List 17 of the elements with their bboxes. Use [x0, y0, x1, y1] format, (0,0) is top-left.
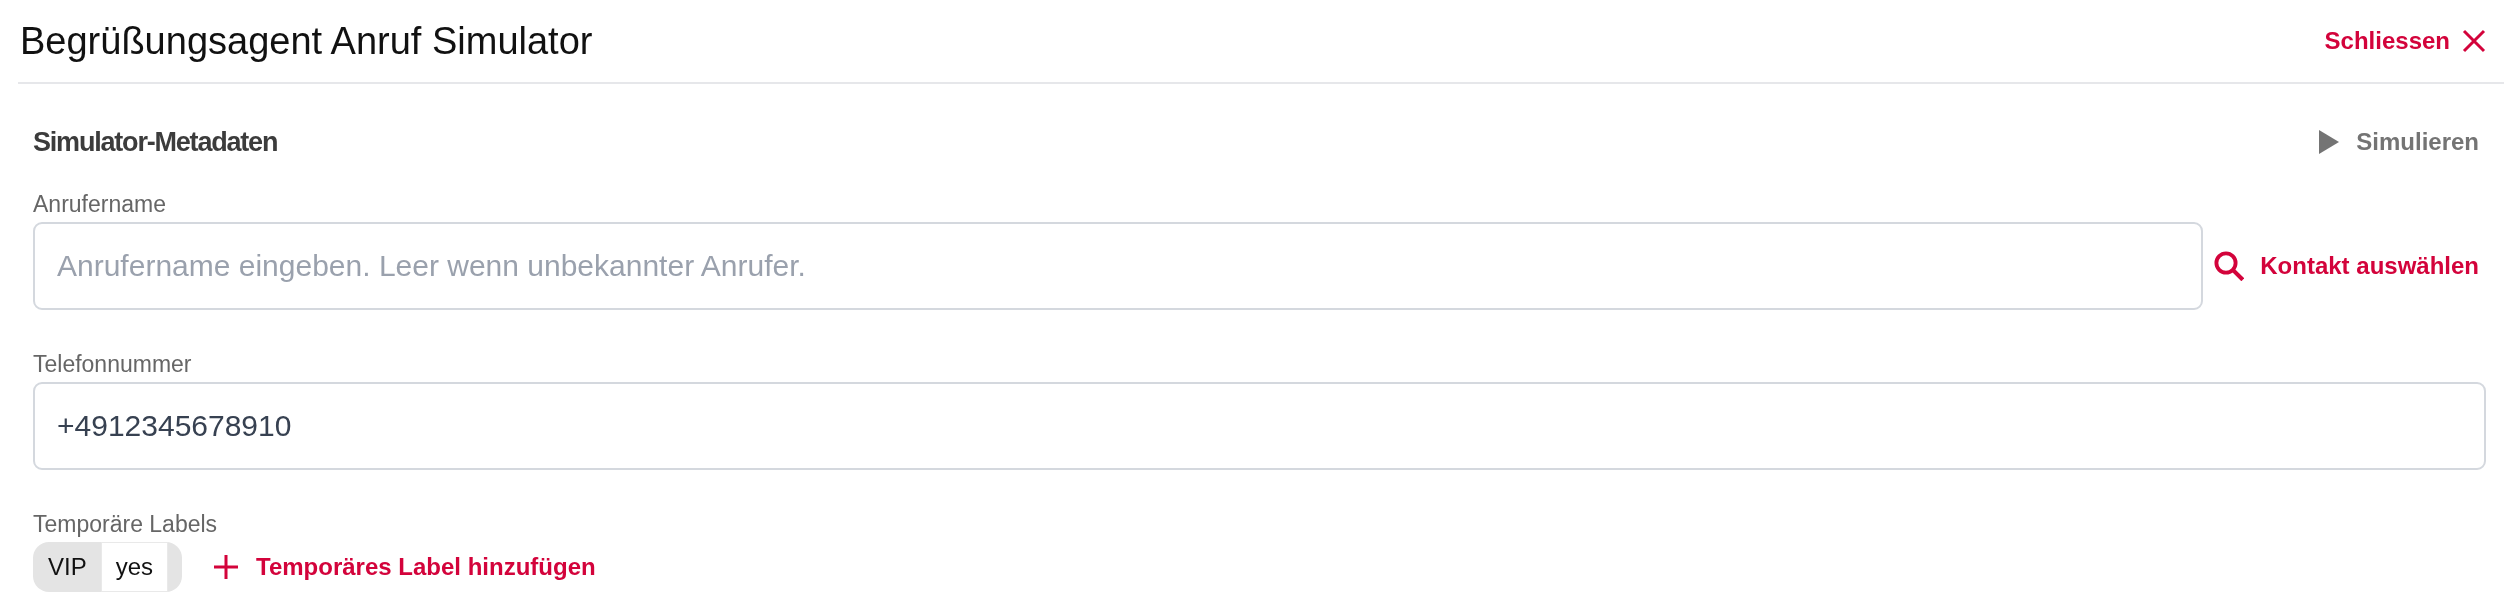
- field-label: Anrufername: [33, 191, 166, 217]
- play-icon: [2319, 130, 2340, 154]
- field-label: Telefonnummer: [33, 351, 192, 377]
- search-icon: [2214, 251, 2245, 281]
- plus-icon: [214, 555, 239, 579]
- add-label-button[interactable]: Temporäres Label hinzufügen: [214, 549, 596, 585]
- chip-value: yes: [100, 542, 169, 592]
- field-label: Temporäre Labels: [33, 511, 218, 537]
- text-input[interactable]: Anrufername eingeben. Leer wenn unbekannter Anrufer.: [33, 222, 2204, 310]
- window-title: Begrüßungsagent Anruf Simulator: [20, 19, 593, 63]
- close-icon: [2462, 29, 2486, 53]
- simulate-button[interactable]: Simulieren: [2319, 124, 2479, 160]
- text-input[interactable]: +4912345678910: [33, 382, 2486, 470]
- chip-key: VIP: [48, 553, 87, 581]
- section-title: Simulator-Metadaten: [33, 126, 278, 158]
- select-contact-button[interactable]: Kontakt auswählen: [2214, 247, 2479, 285]
- close-button[interactable]: Schliessen: [2324, 23, 2486, 59]
